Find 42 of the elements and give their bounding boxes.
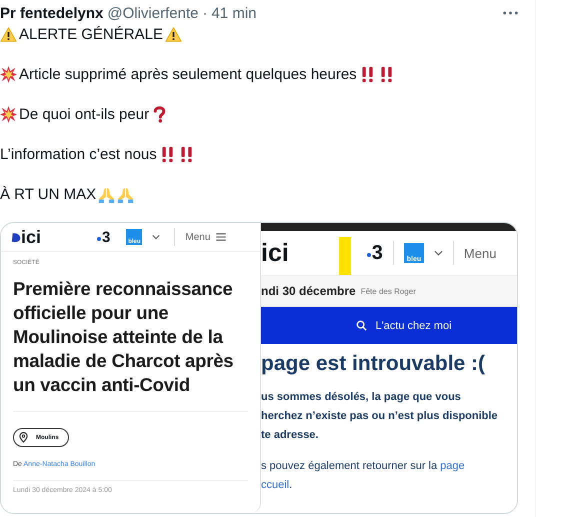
praying-hands-icon [98, 186, 116, 202]
tweet-text: De quoi ont-ils peur [19, 106, 150, 122]
brand-logo[interactable]: ici [21, 226, 42, 248]
author-name[interactable]: Pr fentedelynx [0, 4, 104, 22]
channel-logo[interactable]: 3 [97, 228, 110, 246]
chevron-down-icon[interactable] [152, 234, 160, 240]
error-message: us sommes désolés, la page que vous [261, 390, 462, 405]
tweet-text: Article supprimé après seulement quelques heures [19, 66, 357, 82]
explosion-icon [0, 106, 17, 122]
menu-icon[interactable] [216, 233, 226, 241]
body-text: s pouvez également retourner sur la [261, 460, 438, 472]
body-text: . [289, 479, 292, 491]
channel-logo[interactable]: 3 [366, 242, 383, 264]
tweet-text: À RT UN MAX [0, 186, 96, 202]
timestamp[interactable]: 41 min [211, 4, 256, 22]
chevron-down-icon[interactable] [434, 250, 443, 256]
date-label: ndi 30 décembre [261, 284, 356, 298]
search-button[interactable]: L'actu chez moi [261, 307, 517, 344]
error-message: herchez n’existe pas ou n’est plus disponible [261, 409, 499, 424]
separator: · [202, 4, 208, 22]
menu-button[interactable]: Menu [464, 246, 496, 260]
tweet-text: ALERTE GÉNÉRALE [19, 26, 163, 42]
praying-hands-icon [117, 186, 134, 202]
brand-logo[interactable]: ici [261, 238, 289, 268]
article-headline: Première reconnaissance officielle pour une Moulinoise atteinte de la maladie de Charcot après un vaccin anti-Covid [13, 277, 234, 397]
menu-button[interactable]: Menu [185, 232, 210, 242]
explosion-icon [0, 66, 17, 82]
media-frame[interactable] [0, 222, 518, 514]
tweet-text: L’information c’est nous [0, 146, 157, 162]
search-icon [356, 320, 368, 331]
error-heading: page est introuvable :( [261, 352, 486, 376]
more-icon[interactable] [503, 11, 518, 15]
saint-label: Fête des Roger [360, 286, 416, 296]
accent-bar [338, 237, 351, 275]
warning-icon [0, 26, 17, 42]
location-pin-icon [19, 432, 28, 443]
homepage-link[interactable]: ccueil [261, 479, 290, 491]
error-message: te adresse. [261, 428, 320, 443]
author-handle[interactable]: @Olivierfente [107, 4, 198, 22]
warning-icon [164, 26, 182, 42]
homepage-link[interactable]: page [440, 460, 465, 472]
logo-icon [11, 232, 21, 242]
